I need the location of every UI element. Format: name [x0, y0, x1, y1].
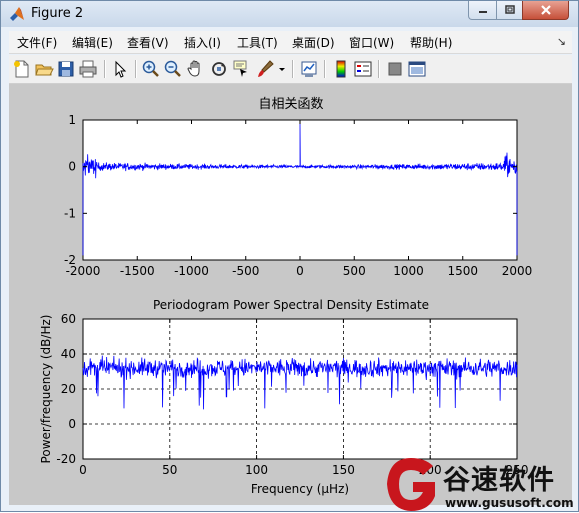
- ytick-label: 0: [68, 160, 76, 174]
- new-figure-icon[interactable]: [12, 59, 32, 79]
- psd-ylabel: Power/frequency (dB/Hz): [39, 315, 53, 464]
- ytick-label: 40: [61, 347, 76, 361]
- close-button[interactable]: [522, 1, 569, 20]
- menu-dock-arrow-icon[interactable]: ↘: [557, 35, 566, 48]
- xtick-label: 2000: [502, 264, 533, 278]
- xtick-label: -500: [232, 264, 259, 278]
- ytick-label: 1: [68, 113, 76, 127]
- link-plot-icon[interactable]: [299, 59, 319, 79]
- rotate-3d-icon[interactable]: [209, 59, 229, 79]
- psd-xlabel: Frequency (µHz): [251, 482, 349, 496]
- xtick-label: 1000: [393, 264, 424, 278]
- chart-title-psd: Periodogram Power Spectral Density Estim…: [153, 298, 429, 312]
- menu-insert[interactable]: 插入(I): [184, 34, 221, 51]
- legend-icon[interactable]: [353, 59, 373, 79]
- maximize-button[interactable]: [496, 1, 523, 20]
- select-arrow-icon[interactable]: [110, 59, 130, 79]
- zoom-in-icon[interactable]: [141, 59, 161, 79]
- close-icon: [540, 4, 551, 15]
- menu-bar: 文件(F) 编辑(E) 查看(V) 插入(I) 工具(T) 桌面(D) 窗口(W…: [9, 31, 572, 54]
- autocorrelation-axes: 自相关函数 -2000 -1500 -1000 -500 0 500 1000 1500 200…: [64, 97, 532, 278]
- matlab-logo-icon: [10, 7, 24, 21]
- minimize-button[interactable]: [468, 1, 497, 20]
- pan-hand-icon[interactable]: [186, 59, 206, 79]
- xtick-label: 500: [343, 264, 366, 278]
- save-icon[interactable]: [56, 59, 76, 79]
- window-title: Figure 2: [31, 6, 84, 21]
- ytick-label: -2: [64, 253, 76, 267]
- xtick-label: 0: [79, 463, 87, 477]
- menu-window[interactable]: 窗口(W): [349, 34, 394, 51]
- brush-icon[interactable]: [255, 59, 275, 79]
- minimize-icon: [478, 11, 487, 13]
- xtick-label: 1500: [447, 264, 478, 278]
- title-bar[interactable]: Figure 2: [1, 1, 578, 27]
- figure-toolbar: [9, 55, 572, 84]
- xtick-label: -1500: [120, 264, 155, 278]
- plots-svg: 自相关函数 -2000 -1500 -1000 -500 0 500 1000 1500 200…: [39, 97, 532, 496]
- hide-plot-tools-icon[interactable]: [385, 59, 405, 79]
- colorbar-icon[interactable]: [331, 59, 351, 79]
- xtick-label: 0: [296, 264, 304, 278]
- menu-view[interactable]: 查看(V): [127, 34, 169, 51]
- figure-canvas: 自相关函数 -2000 -1500 -1000 -500 0 500 1000 1500 200…: [9, 84, 572, 505]
- ytick-label: -1: [64, 206, 76, 220]
- watermark-logo: 谷速软件 www.gususoft.com: [381, 456, 579, 513]
- menu-tools[interactable]: 工具(T): [237, 34, 278, 51]
- watermark-url: www.gususoft.com: [445, 496, 574, 510]
- brush-dropdown-icon[interactable]: [277, 59, 287, 79]
- show-plot-tools-icon[interactable]: [407, 59, 427, 79]
- chart-title-autocorrelation: 自相关函数: [258, 97, 323, 112]
- menu-edit[interactable]: 编辑(E): [72, 34, 113, 51]
- ytick-label: 20: [61, 382, 76, 396]
- xtick-label: 150: [332, 463, 355, 477]
- figure-window: Figure 2 文件(F) 编辑(E) 查看(V) 插入(I) 工具(T) 桌…: [0, 0, 579, 512]
- xtick-label: 50: [162, 463, 177, 477]
- menu-file[interactable]: 文件(F): [17, 34, 57, 51]
- menu-help[interactable]: 帮助(H): [410, 34, 452, 51]
- print-icon[interactable]: [78, 59, 98, 79]
- zoom-out-icon[interactable]: [163, 59, 183, 79]
- ytick-label: 0: [68, 417, 76, 431]
- xtick-label: -1000: [174, 264, 209, 278]
- ytick-label: 60: [61, 312, 76, 326]
- gususoft-logo-icon: [387, 458, 435, 511]
- ytick-label: -20: [56, 452, 76, 466]
- maximize-icon: [504, 5, 515, 14]
- data-cursor-icon[interactable]: [231, 59, 251, 79]
- open-file-icon[interactable]: [34, 59, 54, 79]
- xtick-label: 100: [245, 463, 268, 477]
- menu-desktop[interactable]: 桌面(D): [292, 34, 335, 51]
- watermark-brand: 谷速软件: [443, 465, 555, 496]
